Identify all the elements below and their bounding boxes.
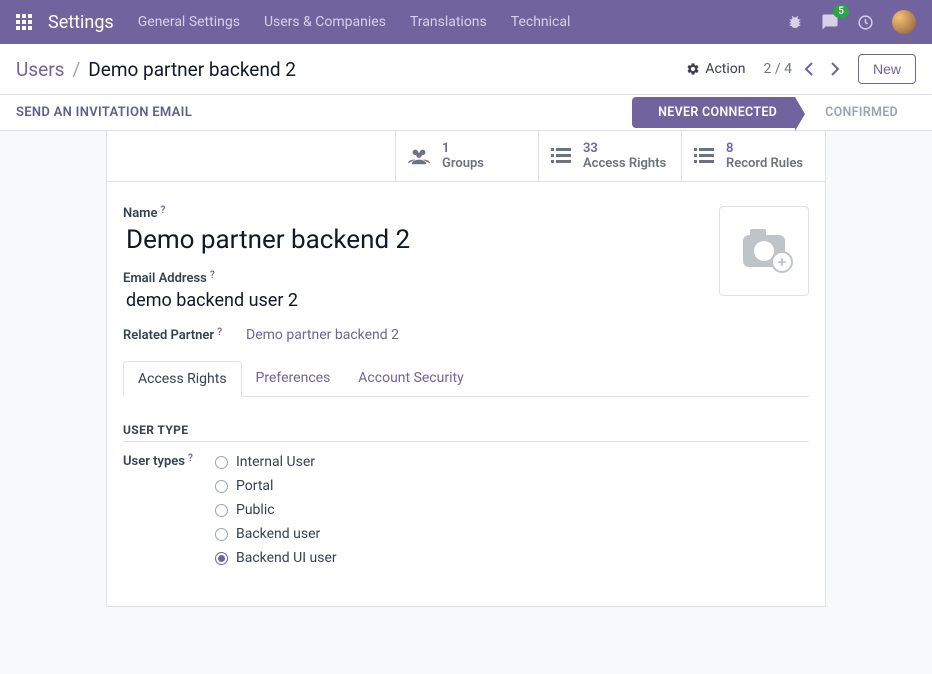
nav-technical[interactable]: Technical	[511, 14, 571, 30]
tab-access-rights[interactable]: Access Rights	[123, 361, 242, 397]
user-type-label: Public	[236, 502, 275, 518]
nav-translations[interactable]: Translations	[410, 14, 487, 30]
pager-next[interactable]	[826, 58, 844, 80]
new-button[interactable]: New	[858, 54, 916, 84]
main-navbar: Settings General Settings Users & Compan…	[0, 0, 932, 44]
pager: 2 / 4	[764, 58, 844, 80]
stat-groups-value: 1	[442, 141, 484, 156]
breadcrumb-current: Demo partner backend 2	[88, 58, 296, 81]
user-type-option[interactable]: Backend UI user	[215, 550, 337, 566]
user-type-option[interactable]: Internal User	[215, 454, 337, 470]
form-sheet: 1 Groups 33 Access Rights 8	[106, 131, 826, 607]
user-type-radio[interactable]	[215, 480, 228, 493]
help-icon[interactable]: ?	[217, 328, 222, 338]
status-bar: SEND AN INVITATION EMAIL NEVER CONNECTED…	[0, 95, 932, 131]
messages-badge: 5	[833, 5, 849, 18]
nav-general-settings[interactable]: General Settings	[138, 14, 240, 30]
action-label: Action	[705, 61, 745, 77]
navbar-menu: General Settings Users & Companies Trans…	[138, 14, 787, 30]
apps-icon[interactable]	[16, 14, 32, 30]
user-types-label: User types ?	[123, 454, 195, 469]
nav-users-companies[interactable]: Users & Companies	[264, 14, 386, 30]
email-value[interactable]: demo backend user 2	[126, 290, 699, 311]
user-avatar[interactable]	[892, 10, 916, 34]
user-type-label: Backend user	[236, 526, 320, 542]
control-bar: Users / Demo partner backend 2 Action 2 …	[0, 44, 932, 95]
messages-icon[interactable]: 5	[821, 13, 839, 31]
chevron-right-icon	[830, 62, 840, 76]
clock-icon[interactable]	[857, 14, 874, 31]
stat-rules-label: Record Rules	[726, 156, 803, 171]
tabs: Access Rights Preferences Account Securi…	[123, 361, 809, 397]
app-title[interactable]: Settings	[48, 12, 114, 33]
user-type-label: Backend UI user	[236, 550, 337, 566]
related-partner-link[interactable]: Demo partner backend 2	[246, 327, 399, 343]
user-type-option[interactable]: Portal	[215, 478, 337, 494]
tab-preferences[interactable]: Preferences	[242, 361, 345, 396]
stat-buttons: 1 Groups 33 Access Rights 8	[107, 131, 825, 182]
chevron-left-icon	[804, 62, 814, 76]
user-type-option[interactable]: Backend user	[215, 526, 337, 542]
stat-groups[interactable]: 1 Groups	[396, 131, 539, 181]
stat-access-label: Access Rights	[583, 156, 666, 171]
groups-icon	[408, 147, 430, 165]
related-partner-label: Related Partner ?	[123, 328, 222, 343]
help-icon[interactable]: ?	[210, 271, 215, 281]
breadcrumb-users[interactable]: Users	[16, 58, 64, 81]
name-value[interactable]: Demo partner backend 2	[126, 225, 699, 255]
pager-text: 2 / 4	[764, 61, 792, 77]
email-label: Email Address ?	[123, 271, 699, 286]
stat-record-rules[interactable]: 8 Record Rules	[682, 131, 825, 181]
bug-icon[interactable]	[787, 14, 803, 30]
status-steps: NEVER CONNECTED CONFIRMED	[632, 97, 916, 128]
user-type-heading: USER TYPE	[123, 423, 809, 442]
help-icon[interactable]: ?	[160, 206, 165, 216]
stat-access-rights[interactable]: 33 Access Rights	[539, 131, 682, 181]
stat-rules-value: 8	[726, 141, 803, 156]
stat-groups-label: Groups	[442, 156, 484, 171]
breadcrumb-separator: /	[72, 58, 80, 81]
stat-access-value: 33	[583, 141, 666, 156]
user-type-label: Internal User	[236, 454, 315, 470]
user-types-group: Internal User Portal Public Backend user Bac…	[215, 454, 337, 566]
status-never-connected[interactable]: NEVER CONNECTED	[632, 97, 795, 128]
user-type-radio[interactable]	[215, 552, 228, 565]
list-icon	[694, 148, 714, 164]
user-image-upload[interactable]: +	[719, 206, 809, 296]
user-type-radio[interactable]	[215, 528, 228, 541]
list-icon	[551, 148, 571, 164]
user-type-radio[interactable]	[215, 456, 228, 469]
name-label: Name ?	[123, 206, 699, 221]
pager-prev[interactable]	[800, 58, 818, 80]
user-type-option[interactable]: Public	[215, 502, 337, 518]
status-confirmed[interactable]: CONFIRMED	[795, 97, 916, 128]
breadcrumb: Users / Demo partner backend 2	[16, 58, 686, 81]
send-invitation-button[interactable]: SEND AN INVITATION EMAIL	[16, 105, 632, 120]
help-icon[interactable]: ?	[188, 454, 193, 464]
action-menu[interactable]: Action	[686, 61, 745, 77]
user-type-radio[interactable]	[215, 504, 228, 517]
tab-account-security[interactable]: Account Security	[344, 361, 477, 396]
user-type-label: Portal	[236, 478, 273, 494]
camera-icon: +	[743, 235, 785, 267]
gear-icon	[686, 62, 700, 76]
